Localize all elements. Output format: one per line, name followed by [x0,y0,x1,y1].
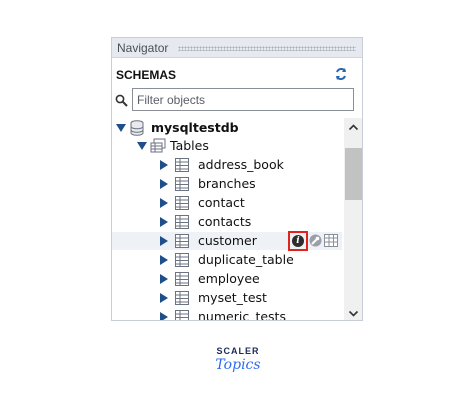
tables-label: Tables [170,138,209,153]
table-icon [175,253,189,267]
navigator-header: Navigator [112,38,362,58]
filter-objects-input[interactable] [132,88,354,111]
expand-arrow-icon[interactable] [160,293,168,303]
table-row[interactable]: contacts [112,213,342,231]
table-name: duplicate_table [198,252,294,267]
collapse-arrow-icon[interactable] [116,124,126,132]
database-icon [130,120,144,136]
table-name: contact [198,195,245,210]
tables-node[interactable]: Tables [112,137,342,155]
table-info-button[interactable]: i [288,231,308,251]
info-icon: i [292,235,304,247]
table-icon [175,196,189,210]
table-name: myset_test [198,290,267,305]
table-icon [175,272,189,286]
logo-line-1: SCALER [216,346,260,356]
logo-line-2: Topics [215,357,261,373]
scrollbar-thumb[interactable] [345,148,362,200]
table-icon [175,310,189,320]
tables-folder-icon [150,138,166,153]
chevron-down-icon[interactable] [348,308,359,319]
schema-node[interactable]: mysqltestdb [112,119,342,137]
table-row[interactable]: employee [112,270,342,288]
table-name: address_book [198,157,284,172]
collapse-arrow-icon[interactable] [137,142,147,150]
vertical-scrollbar[interactable] [344,118,362,320]
table-icon [175,215,189,229]
table-icon [175,177,189,191]
table-icon [175,158,189,172]
table-row[interactable]: duplicate_table [112,251,342,269]
row-action-icons: i [288,231,342,251]
expand-arrow-icon[interactable] [160,255,168,265]
expand-arrow-icon[interactable] [160,274,168,284]
refresh-icon[interactable] [334,67,348,81]
expand-arrow-icon[interactable] [160,217,168,227]
table-row[interactable]: contact [112,194,342,212]
navigator-panel: Navigator SCHEMAS mysqltestdb [111,37,363,321]
wrench-icon[interactable] [309,234,322,247]
expand-arrow-icon[interactable] [160,179,168,189]
table-data-icon[interactable] [324,234,338,247]
table-icon [175,234,189,248]
schema-name: mysqltestdb [151,120,239,135]
table-name: branches [198,176,256,191]
panel-grip[interactable] [178,46,356,51]
expand-arrow-icon[interactable] [160,236,168,246]
schemas-heading: SCHEMAS [116,68,177,82]
table-row[interactable]: branches [112,175,342,193]
table-name: customer [198,233,257,248]
table-row[interactable]: address_book [112,156,342,174]
expand-arrow-icon[interactable] [160,198,168,208]
table-row-hovered[interactable]: customer i [112,231,342,251]
chevron-up-icon[interactable] [348,122,359,133]
table-icon [175,291,189,305]
schema-tree: mysqltestdb Tables address_book branches [112,118,342,321]
navigator-title: Navigator [117,41,169,55]
scaler-topics-logo: SCALER Topics [212,346,264,380]
table-name: contacts [198,214,252,229]
table-name: numeric_tests [198,309,286,321]
table-name: employee [198,271,260,286]
search-icon [115,94,128,107]
table-row[interactable]: myset_test [112,289,342,307]
table-row[interactable]: numeric_tests [112,308,342,321]
expand-arrow-icon[interactable] [160,160,168,170]
expand-arrow-icon[interactable] [160,312,168,320]
